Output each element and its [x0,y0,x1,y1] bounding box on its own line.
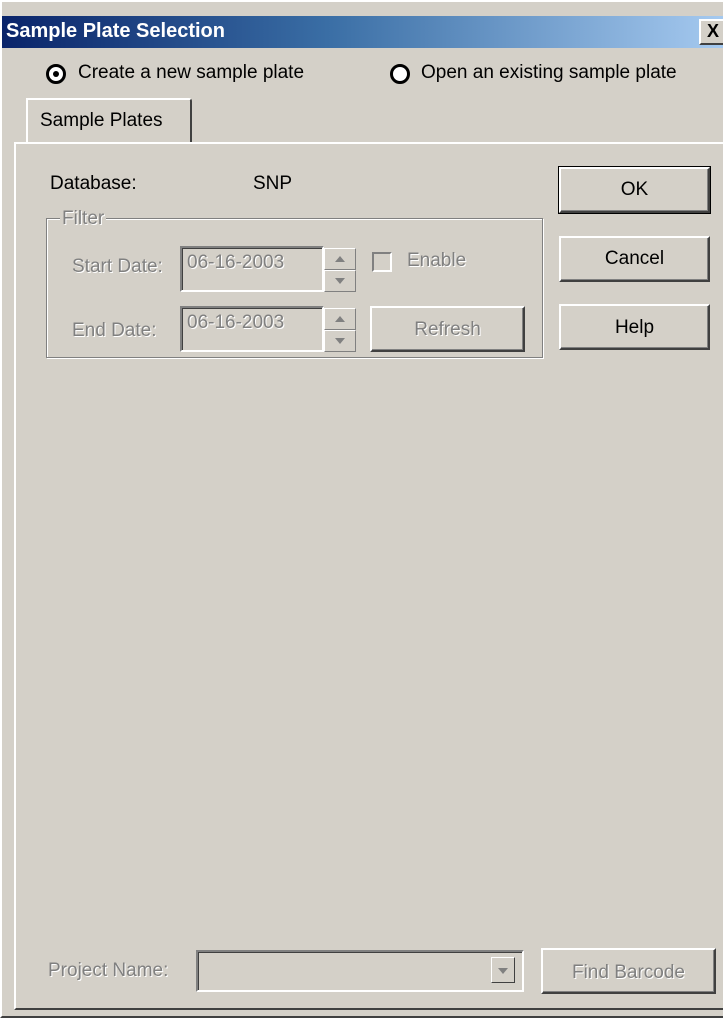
cancel-button-label: Cancel [604,248,665,269]
enable-checkbox-label[interactable]: Enable [407,250,466,272]
end-date-spin-down[interactable] [324,330,356,352]
tab-sample-plates-label: Sample Plates [40,110,163,131]
spin-down-arrow-icon [335,338,345,344]
window-title: Sample Plate Selection [6,20,225,42]
title-bar[interactable]: Sample Plate Selection X [2,16,723,48]
sample-plate-selection-dialog: Sample Plate Selection X Create a new sa… [0,0,723,1018]
ok-button-label: OK [620,179,649,200]
start-date-value: 06-16-2003 [187,252,285,273]
find-barcode-button[interactable]: Find Barcode [541,948,716,994]
start-date-field[interactable]: 06-16-2003 [180,246,324,292]
help-button[interactable]: Help [559,304,710,350]
tab-sample-plates[interactable]: Sample Plates [26,98,192,142]
help-button-label: Help [614,317,655,338]
project-name-label: Project Name: [48,960,169,981]
find-barcode-button-label: Find Barcode [571,962,685,983]
enable-checkbox[interactable] [372,252,392,272]
radio-open-existing-plate-label[interactable]: Open an existing sample plate [421,62,677,84]
refresh-button-label: Refresh [414,319,481,340]
end-date-field[interactable]: 06-16-2003 [180,306,324,352]
radio-open-existing-plate[interactable] [390,64,410,84]
filter-legend: Filter [60,208,107,230]
project-name-combobox[interactable] [196,950,524,992]
start-date-spinner[interactable] [324,248,356,292]
start-date-spin-up[interactable] [324,248,356,270]
database-label: Database: [50,173,137,194]
project-name-dropdown-button[interactable] [491,957,515,983]
cancel-button[interactable]: Cancel [559,236,710,282]
end-date-spinner[interactable] [324,308,356,352]
refresh-button[interactable]: Refresh [370,306,525,352]
ok-button[interactable]: OK [558,166,711,214]
spin-up-arrow-icon [335,256,345,262]
radio-create-new-plate[interactable] [46,64,66,84]
spin-up-arrow-icon [335,316,345,322]
start-date-label: Start Date: [72,256,163,277]
start-date-spin-down[interactable] [324,270,356,292]
close-icon: X [706,21,719,41]
end-date-label: End Date: [72,320,157,341]
dropdown-arrow-icon [498,968,508,974]
close-button[interactable]: X [699,19,723,45]
spin-down-arrow-icon [335,278,345,284]
end-date-spin-up[interactable] [324,308,356,330]
database-value: SNP [253,173,293,194]
radio-create-new-plate-label[interactable]: Create a new sample plate [78,62,304,84]
end-date-value: 06-16-2003 [187,312,285,333]
radio-selected-icon [53,71,59,77]
